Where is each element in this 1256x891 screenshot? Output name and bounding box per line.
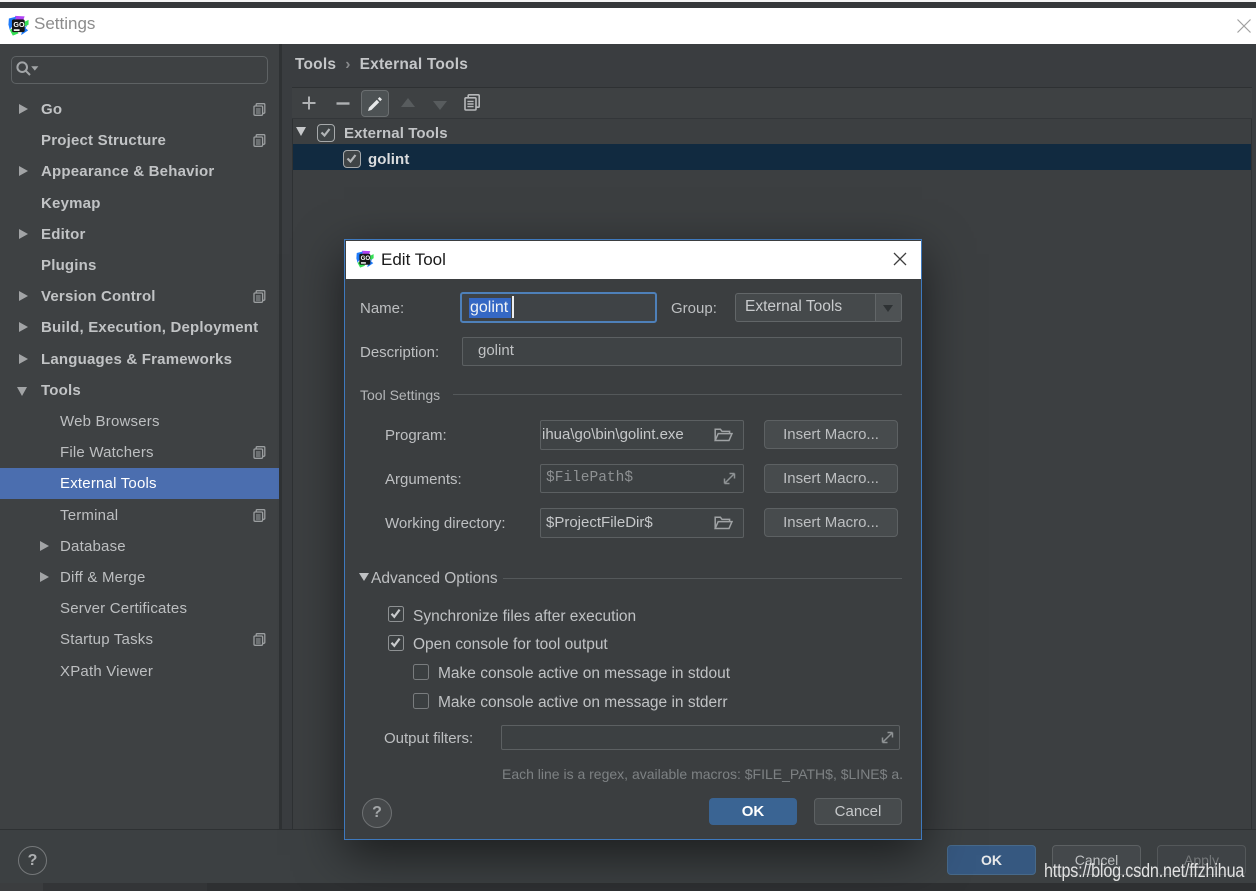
svg-text:GO: GO xyxy=(13,21,25,29)
svg-text:GO: GO xyxy=(361,255,371,262)
